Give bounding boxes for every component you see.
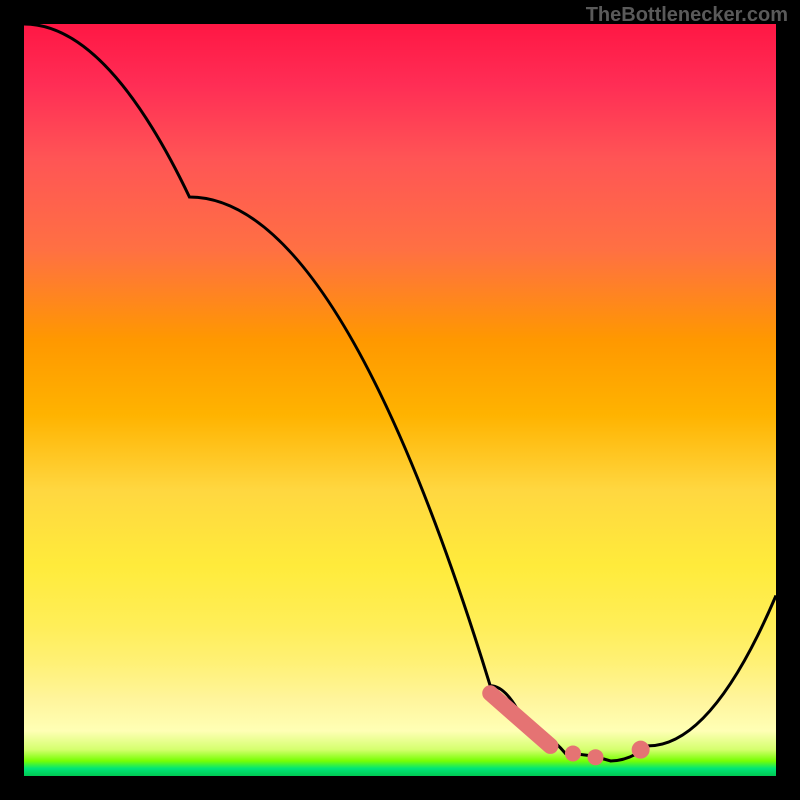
highlight-dot-3 (632, 741, 650, 759)
highlight-dot-1 (565, 745, 581, 761)
chart-plot-area (24, 24, 776, 776)
chart-svg (24, 24, 776, 776)
highlight-dot-2 (588, 749, 604, 765)
bottleneck-curve-line (24, 24, 776, 761)
attribution-text: TheBottlenecker.com (586, 4, 788, 27)
highlight-segment-1 (490, 693, 550, 746)
